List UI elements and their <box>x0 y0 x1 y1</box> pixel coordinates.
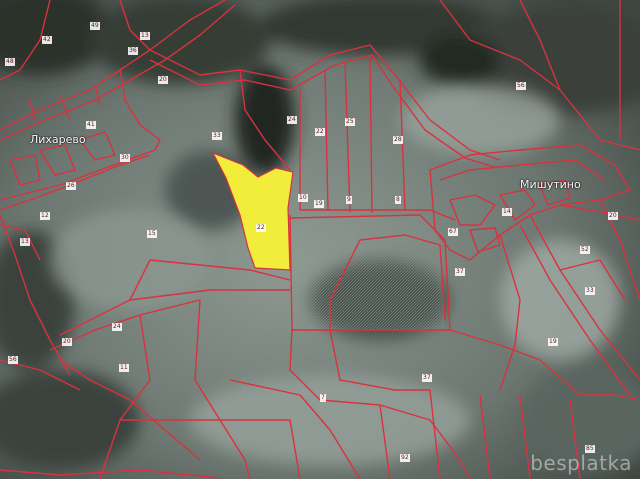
parcel-label: 12 <box>40 212 50 220</box>
cadastral-map[interactable]: Лихарево Мишутино 48 49 42 36 13 20 33 2… <box>0 0 640 479</box>
parcel-label: 8 <box>395 196 401 204</box>
parcel-label: 48 <box>5 58 15 66</box>
parcel-label: 33 <box>585 287 595 295</box>
parcel-label: 30 <box>120 154 130 162</box>
parcel-label: 19 <box>314 200 324 208</box>
parcel-label: 7 <box>320 394 326 402</box>
parcel-label: 24 <box>112 323 122 331</box>
parcel-label: 9 <box>346 196 352 204</box>
parcel-label: 25 <box>345 118 355 126</box>
parcel-label: 24 <box>287 116 297 124</box>
parcel-label: 41 <box>86 121 96 129</box>
parcel-label: 56 <box>8 356 18 364</box>
parcel-label: 19 <box>548 338 558 346</box>
parcel-label: 49 <box>90 22 100 30</box>
parcel-label: 33 <box>212 132 222 140</box>
parcel-label: 13 <box>20 238 30 246</box>
parcel-label: 67 <box>448 228 458 236</box>
parcel-label: 92 <box>400 454 410 462</box>
parcel-label: 20 <box>158 76 168 84</box>
parcel-label: 56 <box>516 82 526 90</box>
parcel-label: 20 <box>608 212 618 220</box>
parcel-label: 10 <box>298 194 308 202</box>
parcel-label: 37 <box>455 268 465 276</box>
parcel-label: 11 <box>119 364 129 372</box>
map-canvas <box>0 0 640 479</box>
parcel-label: 42 <box>42 36 52 44</box>
parcel-label: 22 <box>315 128 325 136</box>
parcel-label: 20 <box>62 338 72 346</box>
hatched-zone <box>285 215 445 330</box>
watermark: besplatka <box>530 451 632 475</box>
parcel-label: 37 <box>422 374 432 382</box>
parcel-label: 22 <box>256 224 266 232</box>
parcel-label: 15 <box>147 230 157 238</box>
parcel-label: 36 <box>128 47 138 55</box>
parcel-label: 52 <box>580 246 590 254</box>
parcel-label: 26 <box>66 182 76 190</box>
parcel-label: 13 <box>140 32 150 40</box>
parcel-label: 28 <box>393 136 403 144</box>
parcel-label: 14 <box>502 208 512 216</box>
